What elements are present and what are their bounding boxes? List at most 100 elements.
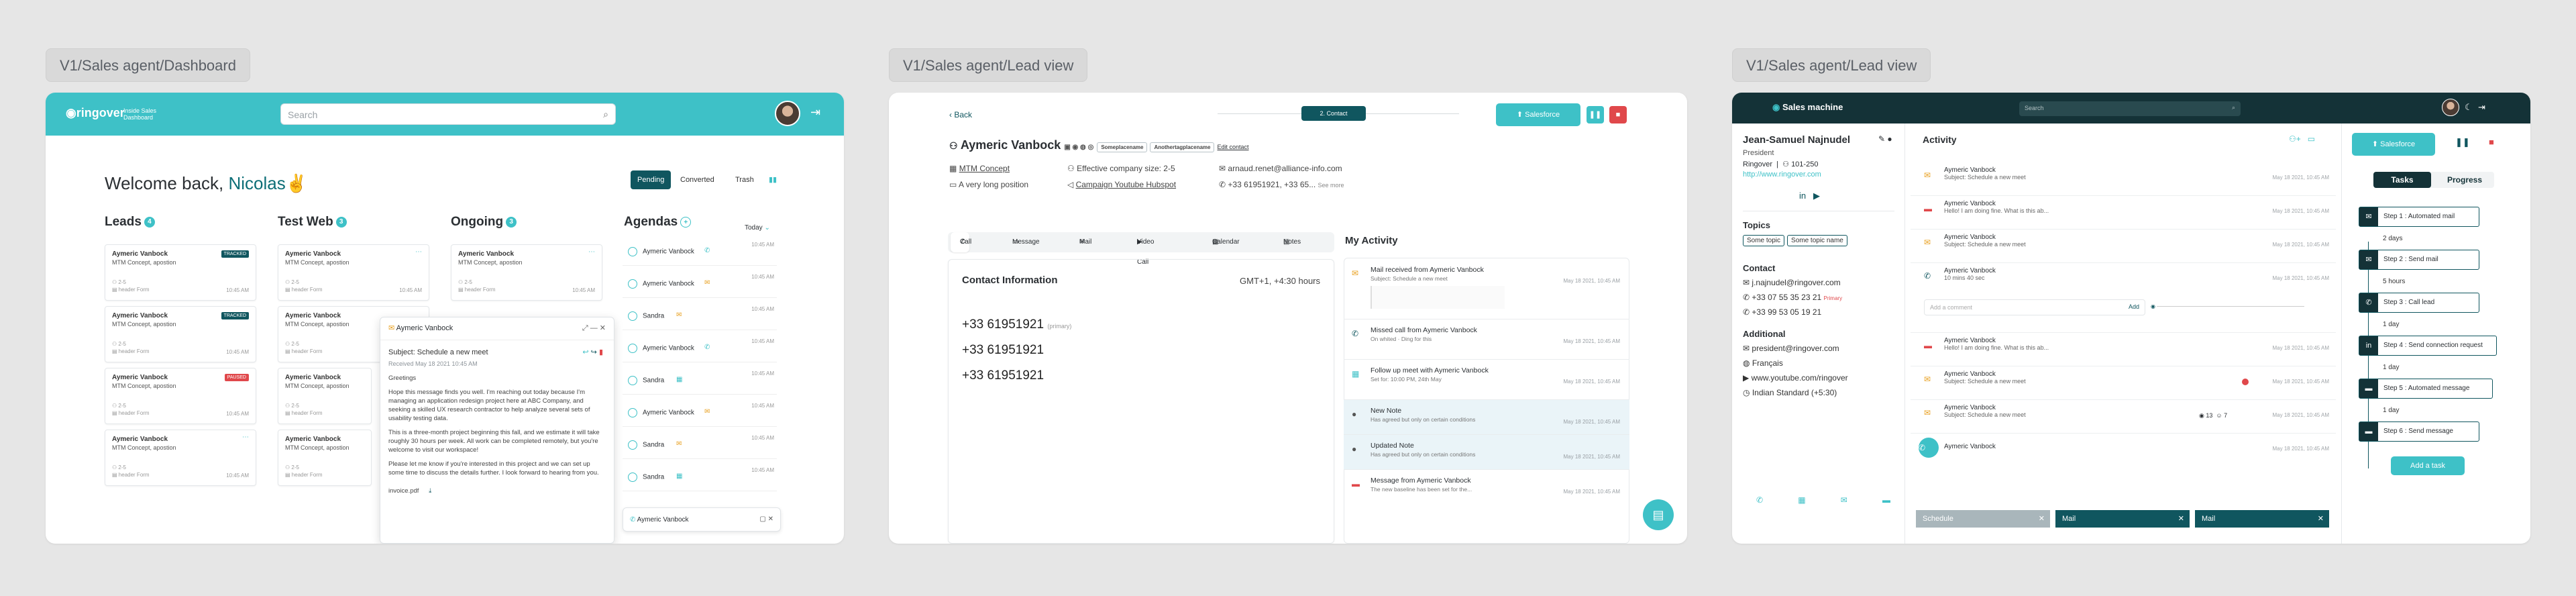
filter-trash[interactable]: Trash [729, 170, 761, 189]
logout-icon[interactable]: ⇥ [810, 106, 820, 118]
step-item[interactable]: ✆ Step 3 : Call lead [2359, 293, 2479, 313]
edit-contact-link[interactable]: Edit contact [1217, 144, 1248, 150]
add-user-icon[interactable]: ⚇+ [2289, 134, 2301, 144]
close-icon[interactable]: ✕ [600, 325, 606, 332]
feed-item[interactable]: ✆ Aymeric Vanbock 10 mins 40 sec May 18 202… [1911, 263, 2336, 333]
step-item[interactable]: in Step 4 : Send connection request [2359, 336, 2497, 356]
agenda-item[interactable]: Aymeric Vanbock ✉ 10:45 AM [623, 400, 777, 427]
activity-item[interactable]: ● New Note Has agreed but only on certain … [1344, 400, 1629, 435]
reply-icon[interactable]: ↩ [582, 348, 588, 356]
lead-card[interactable]: Aymeric Vanbock MTM Concept, apostion PAUS… [105, 368, 256, 424]
contact-email[interactable]: ✉ j.najnudel@ringover.com [1743, 278, 1841, 287]
filter-converted[interactable]: Converted [674, 170, 721, 189]
close-icon[interactable]: ✕ [2178, 510, 2184, 528]
activity-item[interactable]: ▦ Follow up meet with Aymeric Vanbock Set … [1344, 360, 1629, 400]
topic-chip[interactable]: Some topic [1743, 235, 1785, 246]
checkbox-circle[interactable] [628, 440, 637, 450]
add-task-button[interactable]: Add a task [2391, 456, 2465, 475]
test-web-card[interactable]: Aymeric Vanbock MTM Concept, apostion ⚇ 2-… [278, 430, 372, 486]
logout-icon[interactable]: ⇥ [2478, 102, 2485, 113]
audio-player[interactable]: ◉ [2151, 303, 2325, 311]
pause-button[interactable]: ❚❚ [1587, 106, 1604, 123]
tag-chip[interactable]: Someplacename [1097, 142, 1148, 152]
agenda-item[interactable]: Aymeric Vanbock ✆ 10:45 AM [623, 336, 777, 362]
play-icon[interactable]: ◉ [2151, 303, 2155, 309]
brand-logo[interactable]: ◉ Sales machine [1772, 102, 1843, 113]
video-icon[interactable]: ▶ [1813, 191, 1820, 201]
agenda-item[interactable]: Sandra ✉ 10:45 AM [623, 303, 777, 330]
more-icon[interactable]: ⋯ [415, 249, 422, 256]
forward-icon[interactable]: ↪ [591, 348, 597, 356]
agenda-item[interactable]: Aymeric Vanbock ✆ 10:45 AM [623, 239, 777, 266]
avatar[interactable] [2442, 99, 2459, 116]
feed-item[interactable]: ▬ Aymeric Vanbock Hello! I am doing fine. … [1911, 333, 2336, 366]
minimize-icon[interactable]: — [590, 325, 598, 332]
social-icons[interactable]: ▣ ◉ ◍ ◎ [1064, 144, 1093, 151]
edit-icon[interactable]: ✎ [1878, 134, 1885, 144]
step-item[interactable]: ▬ Step 6 : Send message [2359, 421, 2479, 442]
expand-icon[interactable]: ⤢ [582, 325, 588, 332]
comment-input[interactable]: Add a comment Add [1924, 299, 2145, 315]
feed-item[interactable]: ✉ Aymeric Vanbock Subject: Schedule a new … [1911, 162, 2336, 196]
attachment[interactable]: invoice.pdf ⤓ [388, 487, 606, 495]
close-icon[interactable]: ✕ [2039, 510, 2045, 528]
stop-button[interactable]: ■ [2489, 137, 2494, 147]
checkbox-circle[interactable] [628, 408, 637, 417]
checkbox-circle[interactable] [628, 344, 637, 353]
activity-item[interactable]: ✆ Missed call from Aymeric Vanbock On whit… [1344, 319, 1629, 360]
salesforce-button[interactable]: ⬆ Salesforce [1496, 103, 1580, 126]
filter-pending[interactable]: Pending [631, 170, 672, 189]
checkbox-circle[interactable] [628, 247, 637, 256]
lead-card[interactable]: Aymeric Vanbock MTM Concept, apostion TRAC… [105, 244, 256, 301]
agenda-item[interactable]: Sandra ✉ 10:45 AM [623, 432, 777, 459]
close-icon[interactable]: ✕ [768, 516, 773, 523]
feed-item[interactable]: ✆ Aymeric Vanbock May 18 2021, 10:45 AM [1911, 434, 2336, 463]
phone-number[interactable]: +33 61951921 [962, 368, 1044, 383]
close-icon[interactable]: ✕ [2318, 510, 2324, 528]
pause-button[interactable]: ❚❚ [2455, 137, 2470, 148]
folder-icon[interactable]: ▭ [2308, 134, 2315, 144]
ongoing-card[interactable]: Aymeric Vanbock MTM Concept, apostion ⋯ ⚇ 2… [451, 244, 602, 301]
feed-item[interactable]: ✉ Aymeric Vanbock Subject: Schedule a new … [1911, 400, 2336, 434]
back-button[interactable]: ‹ Back [949, 110, 972, 119]
checkbox-circle[interactable] [628, 311, 637, 321]
website-link[interactable]: http://www.ringover.com [1743, 170, 1821, 179]
test-web-card[interactable]: Aymeric Vanbock MTM Concept, apostion ⋯ ⚇ 2… [278, 244, 429, 301]
step-item[interactable]: ▬ Step 5 : Automated message [2359, 379, 2493, 399]
lead-card[interactable]: Aymeric Vanbock MTM Concept, apostion TRAC… [105, 306, 256, 362]
chart-icon[interactable]: ▮▮ [762, 170, 784, 189]
timeline-step-contact[interactable]: 2. Contact [1301, 106, 1366, 121]
tag-chip[interactable]: Anothertagplacename [1150, 142, 1215, 152]
agenda-item[interactable]: Sandra ▦ 10:45 AM [623, 464, 777, 491]
avatar[interactable] [775, 101, 800, 126]
more-icon[interactable]: ⋯ [588, 249, 595, 256]
contact-phone[interactable]: ✆ +33 99 53 05 19 21 [1743, 307, 1821, 317]
moon-icon[interactable]: ☾ [2465, 102, 2473, 113]
checkbox-circle[interactable] [628, 376, 637, 385]
feed-item[interactable]: ✉ Aymeric Vanbock Subject: Schedule a new … [1911, 230, 2336, 263]
calendar-icon[interactable]: ▦ [1798, 495, 1805, 505]
phone-number[interactable]: +33 61951921 (primary) [962, 317, 1071, 332]
activity-item[interactable]: ▬ Message from Aymeric Vanbock The new bas… [1344, 470, 1629, 505]
mail-tab[interactable]: Mail ✕ [2055, 510, 2190, 528]
mail-tab[interactable]: Mail ✕ [2195, 510, 2329, 528]
salesforce-button[interactable]: ⬆ Salesforce [2352, 133, 2435, 156]
schedule-tab[interactable]: Schedule ✕ [1916, 510, 2050, 528]
checkbox-circle[interactable] [628, 473, 637, 482]
email-text[interactable]: arnaud.renet@alliance-info.com [1228, 164, 1342, 173]
search-input[interactable]: Search ⌕ [2019, 101, 2241, 116]
add-agenda-button[interactable]: + [680, 216, 692, 228]
feed-item[interactable]: ▬ Aymeric Vanbock Hello! I am doing fine. … [1911, 196, 2336, 230]
contact-phone[interactable]: ✆ +33 07 55 35 23 21 Primary [1743, 293, 1842, 302]
see-more-link[interactable]: See more [1318, 182, 1344, 189]
campaign-link[interactable]: Campaign Youtube Hubspot [1076, 180, 1176, 189]
notes-fab[interactable]: ▤ [1643, 499, 1674, 530]
phone-number[interactable]: +33 61951921 [962, 343, 1044, 358]
search-input[interactable]: Search ⌕ [280, 103, 616, 125]
tab-progress[interactable]: Progress [2438, 172, 2491, 188]
agenda-item[interactable]: Sandra ▦ 10:45 AM [623, 368, 777, 395]
step-item[interactable]: ✉ Step 1 : Automated mail [2359, 207, 2479, 227]
feed-item[interactable]: ✉ Aymeric Vanbock Subject: Schedule a new … [1911, 366, 2336, 400]
brand-logo[interactable]: ◉ ringover [66, 106, 125, 120]
tab-call[interactable]: ✆ Call [951, 232, 971, 252]
